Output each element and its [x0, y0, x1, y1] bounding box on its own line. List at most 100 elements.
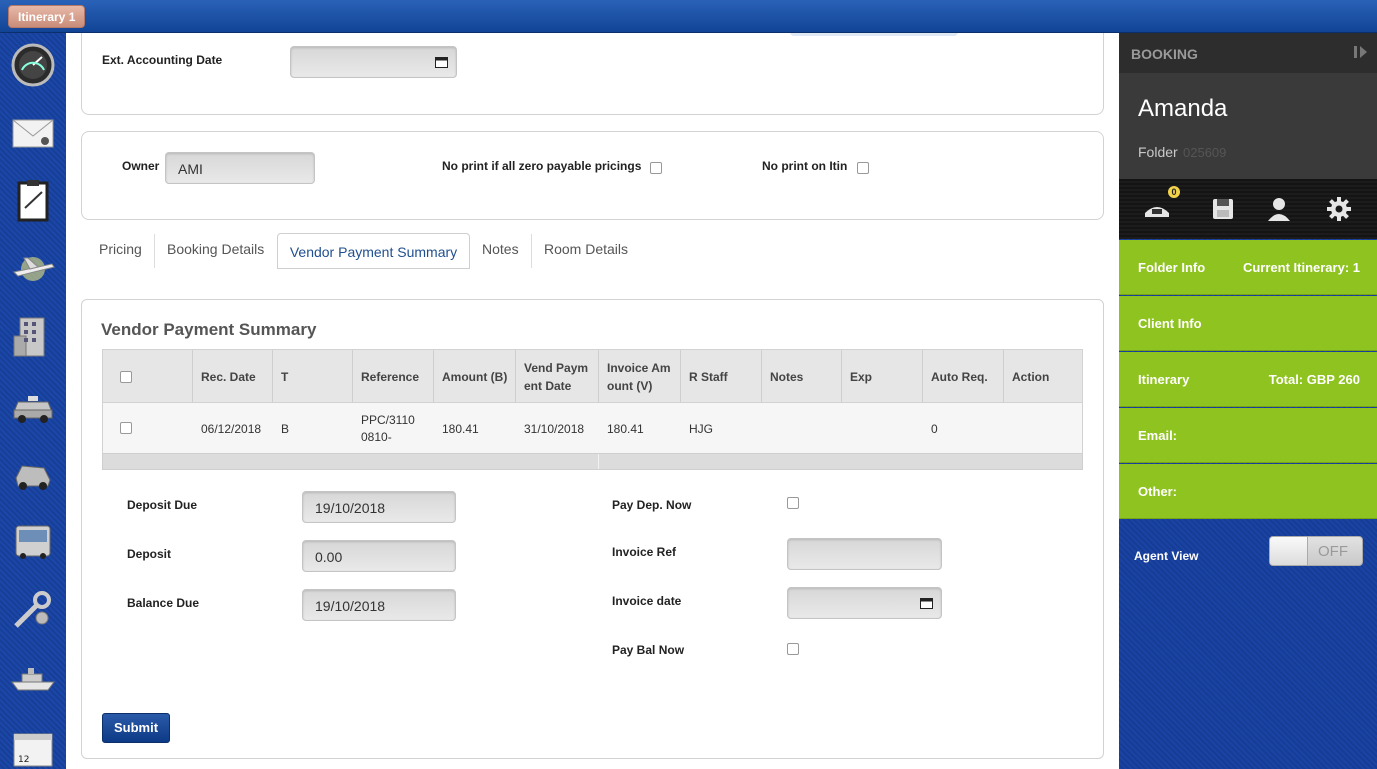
cell-r-staff: HJG — [689, 422, 713, 436]
top-bar: Itinerary 1 — [0, 0, 1377, 33]
col-auto-req[interactable]: Auto Req. — [931, 370, 988, 384]
col-r-staff[interactable]: R Staff — [689, 370, 728, 384]
itinerary-tab[interactable]: Itinerary 1 — [8, 5, 86, 28]
invoice-date-label: Invoice date — [612, 594, 682, 608]
customer-name: Amanda — [1138, 95, 1228, 122]
calendar-picker-icon[interactable] — [435, 56, 448, 68]
no-print-zero-label: No print if all zero payable pricings — [442, 159, 642, 173]
calendar-icon[interactable]: 12 — [9, 721, 57, 769]
dashboard-gauge-icon[interactable] — [9, 41, 57, 89]
col-notes[interactable]: Notes — [770, 370, 803, 384]
booking-header: BOOKING — [1119, 33, 1377, 73]
bus-icon[interactable] — [9, 517, 57, 565]
col-invoice-amount-line1[interactable]: Invoice Am — [607, 361, 671, 375]
cell-invoice-amount: 180.41 — [607, 422, 644, 436]
col-reference[interactable]: Reference — [361, 370, 419, 384]
submit-button[interactable]: Submit — [102, 713, 170, 743]
row-checkbox[interactable] — [120, 422, 132, 434]
deposit-due-field[interactable]: 19/10/2018 — [302, 491, 456, 523]
customer-card: Amanda Folder 025609 — [1119, 73, 1377, 179]
tab-booking-details[interactable]: Booking Details — [167, 241, 264, 257]
owner-field[interactable]: AMI — [165, 152, 315, 184]
folder-label: Folder — [1138, 144, 1178, 160]
cell-amount-b: 180.41 — [442, 422, 479, 436]
no-print-zero-checkbox[interactable] — [650, 162, 662, 174]
tab-notes[interactable]: Notes — [482, 241, 519, 257]
table-row[interactable]: 06/12/2018 B PPC/3110 0810- 180.41 31/10… — [102, 403, 1083, 453]
ext-accounting-date-label: Ext. Accounting Date — [102, 53, 223, 67]
tab-pricing[interactable]: Pricing — [99, 241, 142, 257]
sidebar-item-client-info[interactable]: Client Info — [1119, 296, 1377, 351]
sidebar-item-itinerary[interactable]: Itinerary Total: GBP 260 — [1119, 352, 1377, 407]
pay-bal-now-label: Pay Bal Now — [612, 643, 685, 657]
grid-header: Rec. Date T Reference Amount (B) Vend Pa… — [102, 349, 1083, 404]
col-action[interactable]: Action — [1012, 370, 1049, 384]
cell-t: B — [281, 422, 290, 436]
hotel-building-icon[interactable] — [9, 313, 57, 361]
phone-icon[interactable] — [1143, 195, 1171, 223]
cell-reference-line2: 0810- — [361, 430, 392, 444]
no-print-itin-checkbox[interactable] — [857, 162, 869, 174]
tab-divider — [154, 234, 155, 268]
scrolled-element — [790, 33, 958, 36]
phone-badge: 0 — [1168, 186, 1180, 198]
toggle-knob — [1270, 537, 1308, 565]
tab-divider — [531, 234, 532, 268]
agent-view-toggle[interactable]: OFF — [1269, 536, 1363, 566]
taxi-icon[interactable] — [9, 381, 57, 429]
ext-accounting-date-field[interactable] — [290, 46, 457, 78]
gear-icon[interactable] — [1325, 195, 1353, 223]
toggle-state: OFF — [1318, 543, 1348, 560]
pay-bal-now-checkbox[interactable] — [787, 643, 799, 655]
balance-due-field[interactable]: 19/10/2018 — [302, 589, 456, 621]
col-amount-b[interactable]: Amount (B) — [442, 370, 507, 384]
clipboard-icon[interactable] — [9, 177, 57, 225]
balance-due-label: Balance Due — [127, 596, 200, 610]
deposit-field[interactable]: 0.00 — [302, 540, 456, 572]
car-icon[interactable] — [9, 449, 57, 497]
cell-rec-date: 06/12/2018 — [201, 422, 262, 436]
agent-view-label: Agent View — [1134, 549, 1199, 563]
main-panel: Ext. Accounting Date Owner AMI No print … — [66, 33, 1119, 769]
no-print-itin-label: No print on Itin — [762, 159, 848, 173]
tools-icon[interactable] — [9, 585, 57, 633]
sidebar-item-folder-info[interactable]: Folder Info Current Itinerary: 1 — [1119, 240, 1377, 295]
plane-icon[interactable] — [9, 245, 57, 293]
invoice-ref-field[interactable] — [787, 538, 942, 570]
tab-vendor-payment-summary[interactable]: Vendor Payment Summary — [277, 233, 470, 269]
grid-footer — [102, 453, 1083, 470]
deposit-due-label: Deposit Due — [127, 498, 198, 512]
invoice-date-field[interactable] — [787, 587, 942, 619]
owner-label: Owner — [122, 159, 160, 173]
col-t[interactable]: T — [281, 370, 288, 384]
tab-room-details[interactable]: Room Details — [544, 241, 628, 257]
col-vend-payment-date-line1[interactable]: Vend Paym — [524, 361, 588, 375]
save-icon[interactable] — [1209, 195, 1237, 223]
calendar-picker-icon[interactable] — [920, 597, 933, 609]
sidebar-item-email[interactable]: Email: — [1119, 408, 1377, 463]
deposit-label: Deposit — [127, 547, 172, 561]
calendar-day: 12 — [18, 755, 29, 765]
sidebar-toolbar: 0 — [1119, 179, 1377, 239]
folder-number: 025609 — [1183, 145, 1227, 160]
booking-header-label: BOOKING — [1131, 46, 1198, 62]
col-exp[interactable]: Exp — [850, 370, 872, 384]
invoice-ref-label: Invoice Ref — [612, 545, 677, 559]
cell-reference-line1: PPC/3110 — [361, 413, 415, 427]
col-vend-payment-date-line2[interactable]: ent Date — [524, 379, 571, 393]
select-all-checkbox[interactable] — [120, 371, 132, 383]
collapse-sidebar-icon[interactable] — [1353, 45, 1369, 59]
col-rec-date[interactable]: Rec. Date — [201, 370, 256, 384]
user-icon[interactable] — [1265, 195, 1293, 223]
accounting-section — [81, 33, 1104, 115]
sidebar-item-other[interactable]: Other: — [1119, 464, 1377, 519]
col-invoice-amount-line2[interactable]: ount (V) — [607, 379, 652, 393]
pay-dep-now-checkbox[interactable] — [787, 497, 799, 509]
left-rail: 12 — [0, 33, 66, 769]
ship-icon[interactable] — [9, 653, 57, 701]
mail-icon[interactable] — [9, 109, 57, 157]
booking-sidebar: BOOKING Amanda Folder 025609 0 Folder In… — [1119, 33, 1377, 769]
pay-dep-now-label: Pay Dep. Now — [612, 498, 692, 512]
cell-auto-req: 0 — [931, 422, 938, 436]
vendor-payment-title: Vendor Payment Summary — [101, 320, 317, 339]
